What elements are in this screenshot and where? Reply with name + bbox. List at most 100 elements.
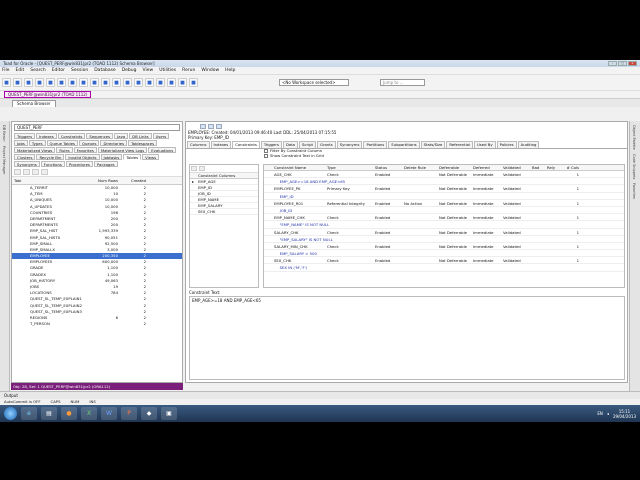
tab-users[interactable]: Users	[152, 133, 170, 139]
close-button[interactable]: ×	[628, 61, 637, 66]
editor-icon[interactable]: ■	[13, 78, 22, 87]
table-row[interactable]: T_PERSON 2	[12, 321, 182, 327]
show-constraint-text-option[interactable]: Show Constraint Text in Grid	[263, 153, 625, 158]
execute-icon[interactable]: ■	[134, 78, 143, 87]
tab-jobs[interactable]: Jobs	[14, 140, 28, 146]
con-col-header[interactable]: Status	[375, 165, 404, 170]
con-col-header[interactable]: Deferred	[473, 165, 503, 170]
new-connection-icon[interactable]: ■	[2, 78, 11, 87]
constraint-row[interactable]: SALARY_MIN_CHK Check Enabled Not Deferrable…	[264, 243, 624, 251]
back-icon[interactable]	[200, 123, 206, 129]
tab-invalid-objects[interactable]: Invalid Objects	[65, 154, 100, 160]
constraint-row[interactable]: SALARY_CHK Check Enabled Not Deferrable Imme…	[264, 229, 624, 236]
tab-packages[interactable]: Packages	[93, 161, 118, 167]
tab-materialized-view-logs[interactable]: Materialized View Logs	[97, 147, 148, 153]
db-rerun-tab[interactable]: DB Rerun	[2, 125, 6, 142]
object-palette-tab[interactable]: Object Palette	[632, 125, 636, 150]
constraint-column-row[interactable]: EMP_AGE	[190, 179, 258, 185]
tab-jobtasks[interactable]: Jobtasks	[100, 154, 123, 160]
tab-indexes[interactable]: Indexes	[210, 141, 232, 148]
redo-icon[interactable]: ■	[123, 78, 132, 87]
menu-item-database[interactable]: Database	[94, 68, 115, 73]
menu-item-search[interactable]: Search	[30, 68, 45, 73]
powerpoint-icon[interactable]: P	[121, 407, 137, 420]
tab-auditing[interactable]: Auditing	[517, 141, 540, 148]
menu-item-editor[interactable]: Editor	[52, 68, 65, 73]
tab-synonyms[interactable]: Synonyms	[14, 161, 40, 167]
commit-icon[interactable]: ■	[156, 78, 165, 87]
tab-stats-size[interactable]: Stats/Size	[420, 141, 446, 148]
constraint-row[interactable]: EMP_NAME_CHK Check Enabled Not Deferrable Im…	[264, 214, 624, 222]
menu-item-rerun[interactable]: Rerun	[182, 68, 195, 73]
drop-icon[interactable]	[32, 169, 39, 175]
toad-icon[interactable]: ◆	[141, 407, 157, 420]
volume-icon[interactable]: ◂	[607, 411, 609, 416]
menu-item-window[interactable]: Window	[201, 68, 219, 73]
menu-item-debug[interactable]: Debug	[122, 68, 137, 73]
tab-materialized-views[interactable]: Materialized Views	[14, 147, 56, 153]
sql-monitor-icon[interactable]: ■	[35, 78, 44, 87]
menu-item-utilities[interactable]: Utilities	[159, 68, 176, 73]
tab-favorites[interactable]: Favorites	[73, 147, 97, 153]
tab-types[interactable]: Types	[28, 140, 46, 146]
col-name-header[interactable]: Tabl	[14, 178, 86, 183]
menu-item-edit[interactable]: Edit	[16, 68, 25, 73]
constraint-row[interactable]: EMPLOYEE_PK Primary Key Enabled Not Deferra…	[264, 185, 624, 193]
tab-constraints[interactable]: Constraints	[57, 133, 86, 139]
internet-explorer-icon[interactable]: e	[21, 407, 37, 420]
schema-browser-icon[interactable]: ■	[24, 78, 33, 87]
constraint-text-row[interactable]: "EMP_SALARY" IS NOT NULL	[264, 236, 624, 243]
project-manager-tab[interactable]: Project Manager	[2, 146, 6, 174]
firefox-icon[interactable]: ●	[61, 407, 77, 420]
excel-icon[interactable]: X	[81, 407, 97, 420]
tab-constraints[interactable]: Constraints	[232, 141, 260, 148]
constraint-column-row[interactable]: SEX_CHK	[190, 209, 258, 215]
tab-views[interactable]: Views	[142, 154, 160, 160]
tab-clusters[interactable]: Clusters	[14, 154, 36, 160]
constraint-text-area[interactable]: EMP_AGE>=18 AND EMP_AGE<65	[189, 296, 625, 380]
save-icon[interactable]: ■	[57, 78, 66, 87]
jump-to-input[interactable]: Jump to ...	[380, 79, 425, 86]
paste-icon[interactable]: ■	[101, 78, 110, 87]
con-col-header[interactable]: Type	[327, 165, 375, 170]
refresh-icon[interactable]	[14, 169, 21, 175]
tab-recycle-bin[interactable]: Recycle Bin	[36, 154, 65, 160]
language-indicator[interactable]: EN	[597, 411, 603, 416]
con-col-header[interactable]: Rely	[547, 165, 562, 170]
tab-policies[interactable]: Policies	[496, 141, 517, 148]
explain-plan-icon[interactable]: ■	[145, 78, 154, 87]
menu-item-file[interactable]: File	[2, 68, 10, 73]
clock[interactable]: 15:11 29/04/2013	[613, 409, 636, 419]
edit-icon[interactable]	[199, 166, 205, 171]
menu-item-session[interactable]: Session	[71, 68, 88, 73]
filter-checkbox[interactable]	[264, 148, 268, 153]
tab-java[interactable]: Java	[114, 133, 129, 139]
con-col-header[interactable]: Constraint Name	[274, 165, 327, 170]
help-icon[interactable]: ■	[189, 78, 198, 87]
explorer-icon[interactable]: ▤	[41, 407, 57, 420]
constraint-text-row[interactable]: SEX IN ('M','F')	[264, 264, 624, 272]
options-icon[interactable]: ■	[178, 78, 187, 87]
col-created-header[interactable]: Created	[118, 178, 146, 183]
constraint-text-row[interactable]: JOB_ID	[264, 207, 624, 215]
con-col-header[interactable]: Delete Rule	[404, 165, 439, 170]
tab-queues[interactable]: Queues	[79, 140, 100, 146]
tab-synonyms[interactable]: Synonyms	[336, 141, 363, 148]
tab-referential[interactable]: Referential	[446, 141, 474, 148]
tab-schema-browser[interactable]: Schema Browser	[12, 100, 56, 107]
tab-sequences[interactable]: Sequences	[86, 133, 114, 139]
filter-icon[interactable]	[41, 169, 48, 175]
tab-triggers[interactable]: Triggers	[14, 133, 36, 139]
tab-subpartitions[interactable]: Subpartitions	[388, 141, 420, 148]
code-snippets-tab[interactable]: Code Snippets	[632, 154, 636, 179]
tab-partitions[interactable]: Partitions	[363, 141, 388, 148]
forward-icon[interactable]	[208, 123, 214, 129]
constraint-text-row[interactable]: EMP_ID	[264, 193, 624, 200]
tab-rules[interactable]: Rules	[56, 147, 73, 153]
cut-icon[interactable]: ■	[79, 78, 88, 87]
workspace-select[interactable]: <No Workspace selected>	[279, 79, 349, 86]
connection-tab[interactable]: QUEST_PERF@win831|pr2 (TOAD 1112)	[4, 91, 92, 98]
refresh-detail-icon[interactable]	[216, 123, 222, 129]
tab-script[interactable]: Script	[299, 141, 317, 148]
add-icon[interactable]	[191, 166, 197, 171]
